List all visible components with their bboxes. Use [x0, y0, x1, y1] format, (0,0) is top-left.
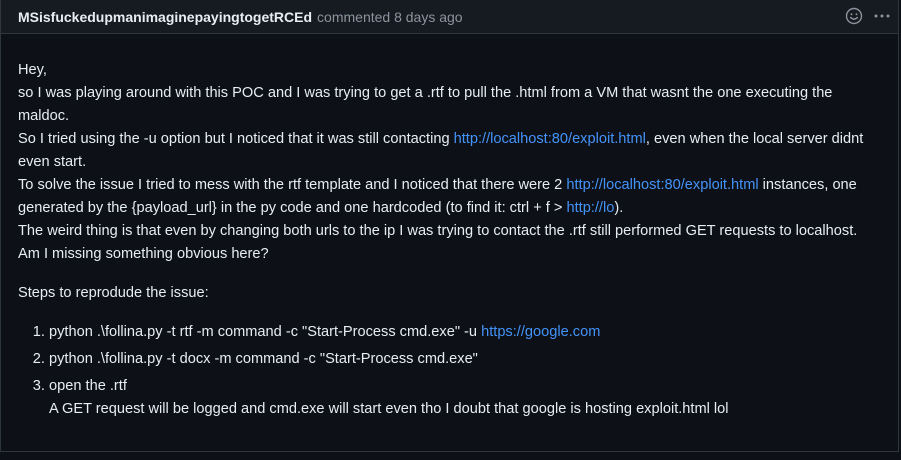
- comment-timestamp[interactable]: 8 days ago: [394, 9, 463, 25]
- step-item-1: python .\follina.py -t rtf -m command -c…: [49, 321, 881, 344]
- smiley-icon[interactable]: [844, 6, 864, 26]
- google-link[interactable]: https://google.com: [481, 324, 600, 340]
- localhost-exploit-link-2[interactable]: http://localhost:80/exploit.html: [566, 177, 758, 193]
- body-greeting: Hey,: [18, 62, 47, 78]
- step-3-subtext: A GET request will be logged and cmd.exe…: [49, 401, 729, 417]
- comment-card: MSisfuckedupmanimaginepayingtogetRCEd co…: [0, 0, 899, 452]
- body-line4: The weird thing is that even by changing…: [18, 223, 858, 239]
- kebab-horizontal-icon[interactable]: [872, 6, 892, 26]
- line3-text-post: ).: [614, 200, 624, 216]
- step-3-text: open the .rtf: [49, 378, 127, 394]
- step-item-3: open the .rtf A GET request will be logge…: [49, 375, 881, 421]
- localhost-short-link[interactable]: http://lo: [566, 200, 614, 216]
- author-link[interactable]: MSisfuckedupmanimaginepayingtogetRCEd: [18, 9, 312, 25]
- comment-header: MSisfuckedupmanimaginepayingtogetRCEd co…: [1, 0, 898, 34]
- line2-text-pre: So I tried using the -u option but I not…: [18, 131, 454, 147]
- steps-heading: Steps to reprodude the issue:: [18, 285, 209, 301]
- step-item-2: python .\follina.py -t docx -m command -…: [49, 348, 881, 371]
- comment-body: Hey, so I was playing around with this P…: [1, 34, 898, 421]
- line3-text-pre: To solve the issue I tried to mess with …: [18, 177, 567, 193]
- comment-action: commented: [317, 8, 391, 25]
- body-line2: So I tried using the -u option but I not…: [18, 128, 881, 174]
- localhost-exploit-link[interactable]: http://localhost:80/exploit.html: [454, 131, 646, 147]
- comment-meta: commented 8 days ago: [317, 9, 463, 25]
- step-2-text: python .\follina.py -t docx -m command -…: [49, 351, 478, 367]
- header-actions: [844, 6, 892, 26]
- body-line1: so I was playing around with this POC an…: [18, 85, 833, 124]
- step-1-text: python .\follina.py -t rtf -m command -c…: [49, 324, 482, 340]
- body-line3: To solve the issue I tried to mess with …: [18, 174, 881, 220]
- steps-list: python .\follina.py -t rtf -m command -c…: [18, 321, 881, 421]
- body-line5: Am I missing something obvious here?: [18, 246, 269, 262]
